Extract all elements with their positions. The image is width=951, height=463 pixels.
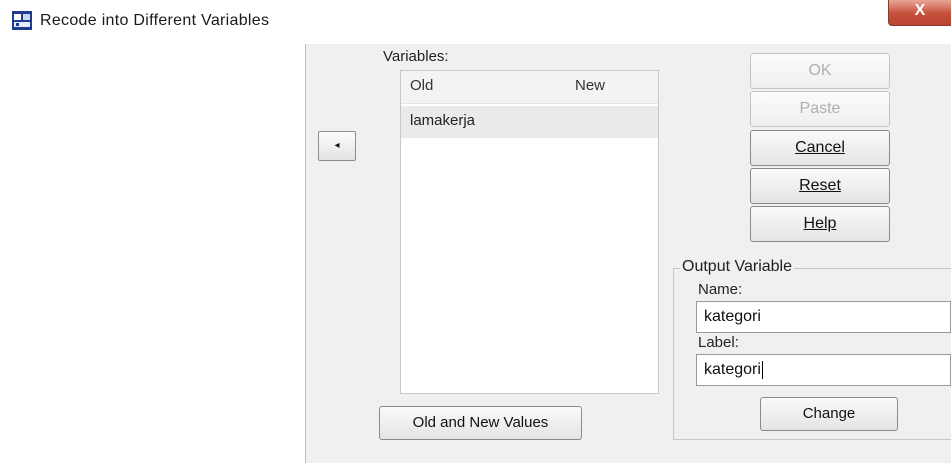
help-button-label: Help — [803, 215, 837, 232]
close-icon: X — [914, 2, 926, 19]
output-variable-title: Output Variable — [680, 258, 794, 276]
cancel-button[interactable]: Cancel — [750, 130, 890, 166]
column-header-old: Old — [410, 77, 434, 94]
reset-button-label: Reset — [799, 177, 841, 194]
old-and-new-values-button[interactable]: Old and New Values — [379, 406, 582, 440]
variables-label: Variables: — [383, 48, 449, 65]
move-variable-button[interactable]: ◂ — [318, 131, 356, 161]
reset-button[interactable]: Reset — [750, 168, 890, 204]
name-label: Name: — [698, 281, 743, 298]
spss-dialog-icon — [12, 11, 32, 30]
arrow-left-icon: ◂ — [334, 140, 340, 151]
cancel-button-label: Cancel — [795, 139, 845, 156]
ok-button[interactable]: OK — [750, 53, 890, 89]
help-button[interactable]: Help — [750, 206, 890, 242]
column-header-new: New — [575, 77, 606, 94]
variables-list-header — [401, 71, 658, 104]
close-button[interactable]: X — [888, 0, 951, 26]
label-label: Label: — [698, 334, 739, 351]
text-cursor — [761, 360, 763, 379]
window-title: Recode into Different Variables — [40, 12, 270, 29]
variable-old-name: lamakerja — [410, 112, 476, 129]
name-input[interactable]: kategori — [696, 301, 951, 333]
change-button[interactable]: Change — [760, 397, 898, 431]
paste-button[interactable]: Paste — [750, 91, 890, 127]
label-input-value: kategori — [704, 361, 761, 378]
label-input[interactable]: kategori — [696, 354, 951, 386]
source-variable-list[interactable] — [0, 44, 306, 463]
